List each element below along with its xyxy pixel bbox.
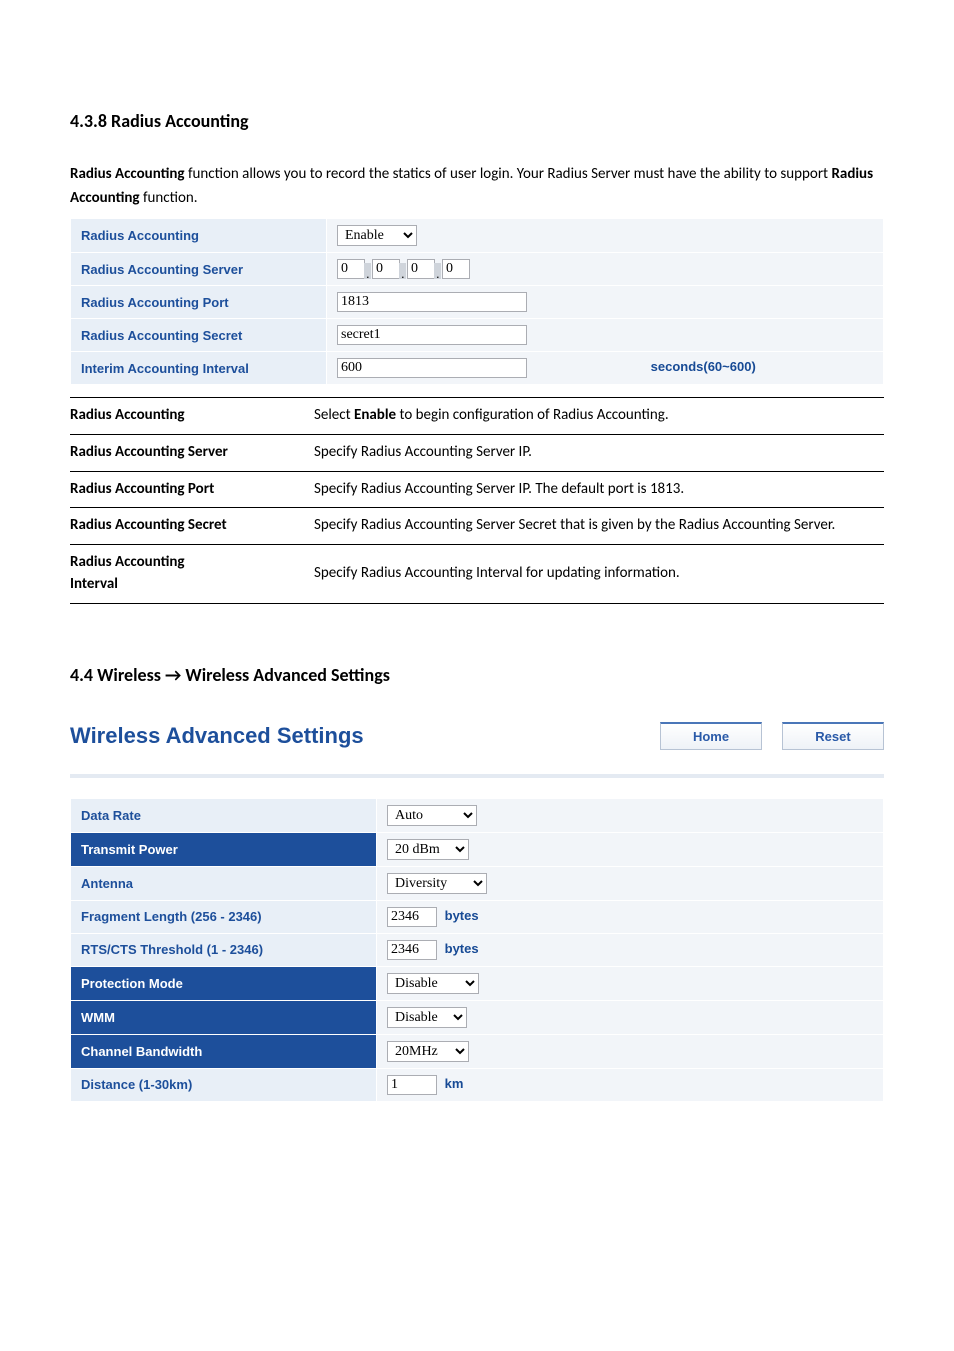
distance-unit: km bbox=[445, 1076, 464, 1091]
wireless-advanced-form: Data Rate Auto Transmit Power 20 dBm Ant… bbox=[70, 798, 884, 1102]
transmit-power-cell: 20 dBm bbox=[377, 832, 884, 866]
fragment-length-label: Fragment Length (256 - 2346) bbox=[71, 900, 377, 933]
desc-r1-post: to begin configuration of Radius Account… bbox=[396, 406, 669, 424]
radius-server-ip-oct3[interactable] bbox=[407, 259, 435, 279]
desc-label-row5: Radius Accounting Interval bbox=[70, 545, 314, 604]
radius-secret-input[interactable] bbox=[337, 325, 527, 345]
distance-label: Distance (1-30km) bbox=[71, 1068, 377, 1101]
intro-post: function. bbox=[140, 189, 198, 207]
desc-label-row2: Radius Accounting Server bbox=[70, 434, 314, 471]
desc-r5-l2: Interval bbox=[70, 575, 118, 593]
radius-server-label: Radius Accounting Server bbox=[71, 253, 327, 286]
protection-mode-label: Protection Mode bbox=[71, 966, 377, 1000]
reset-button[interactable]: Reset bbox=[782, 722, 884, 750]
radius-port-value-cell bbox=[327, 286, 884, 319]
distance-input[interactable] bbox=[387, 1075, 437, 1095]
radius-accounting-value-cell: Enable bbox=[327, 219, 884, 253]
intro-bold1: Radius Accounting bbox=[70, 165, 185, 183]
intro-mid: function allows you to record the static… bbox=[185, 165, 832, 183]
interim-interval-input[interactable] bbox=[337, 358, 527, 378]
desc-r1-pre: Select bbox=[314, 406, 354, 424]
desc-val-row4: Specify Radius Accounting Server Secret … bbox=[314, 508, 884, 545]
radius-server-value-cell bbox=[327, 253, 884, 286]
ip-dot bbox=[399, 263, 406, 279]
section-44-heading: 4.4 Wireless → Wireless Advanced Setting… bbox=[70, 664, 884, 686]
interim-interval-value-cell: seconds(60~600) bbox=[327, 352, 884, 385]
channel-bandwidth-select[interactable]: 20MHz bbox=[387, 1041, 469, 1062]
data-rate-label: Data Rate bbox=[71, 798, 377, 832]
wireless-advanced-title: Wireless Advanced Settings bbox=[70, 723, 640, 749]
fragment-length-cell: bytes bbox=[377, 900, 884, 933]
desc-val-row2: Specify Radius Accounting Server IP. bbox=[314, 434, 884, 471]
desc-val-row5: Specify Radius Accounting Interval for u… bbox=[314, 545, 884, 604]
wmm-cell: Disable bbox=[377, 1000, 884, 1034]
protection-mode-cell: Disable bbox=[377, 966, 884, 1000]
protection-mode-select[interactable]: Disable bbox=[387, 973, 479, 994]
radius-secret-value-cell bbox=[327, 319, 884, 352]
desc-r1-bold: Enable bbox=[354, 406, 396, 424]
rtscts-threshold-input[interactable] bbox=[387, 940, 437, 960]
radius-port-input[interactable] bbox=[337, 292, 527, 312]
interim-interval-unit: seconds(60~600) bbox=[651, 359, 756, 374]
channel-bandwidth-label: Channel Bandwidth bbox=[71, 1034, 377, 1068]
data-rate-cell: Auto bbox=[377, 798, 884, 832]
ip-dot bbox=[364, 263, 371, 279]
home-button[interactable]: Home bbox=[660, 722, 762, 750]
desc-val-row1: Select Enable to begin configuration of … bbox=[314, 398, 884, 435]
section-438-heading: 4.3.8 Radius Accounting bbox=[70, 110, 884, 132]
antenna-label: Antenna bbox=[71, 866, 377, 900]
rtscts-threshold-label: RTS/CTS Threshold (1 - 2346) bbox=[71, 933, 377, 966]
data-rate-select[interactable]: Auto bbox=[387, 805, 477, 826]
desc-r5-l1: Radius Accounting bbox=[70, 553, 185, 571]
desc-label-row1: Radius Accounting bbox=[70, 398, 314, 435]
transmit-power-label: Transmit Power bbox=[71, 832, 377, 866]
radius-accounting-select[interactable]: Enable bbox=[337, 225, 417, 246]
intro-paragraph: Radius Accounting function allows you to… bbox=[70, 162, 884, 210]
radius-port-label: Radius Accounting Port bbox=[71, 286, 327, 319]
interim-interval-label: Interim Accounting Interval bbox=[71, 352, 327, 385]
transmit-power-select[interactable]: 20 dBm bbox=[387, 839, 469, 860]
distance-cell: km bbox=[377, 1068, 884, 1101]
antenna-select[interactable]: Diversity bbox=[387, 873, 487, 894]
radius-server-ip-oct1[interactable] bbox=[337, 259, 365, 279]
fragment-length-input[interactable] bbox=[387, 907, 437, 927]
radius-description-table: Radius Accounting Select Enable to begin… bbox=[70, 397, 884, 604]
fragment-length-unit: bytes bbox=[445, 908, 479, 923]
desc-val-row3: Specify Radius Accounting Server IP. The… bbox=[314, 471, 884, 508]
radius-form-table: Radius Accounting Enable Radius Accounti… bbox=[70, 218, 884, 385]
radius-secret-label: Radius Accounting Secret bbox=[71, 319, 327, 352]
radius-server-ip-oct4[interactable] bbox=[442, 259, 470, 279]
desc-label-row4: Radius Accounting Secret bbox=[70, 508, 314, 545]
ip-dot bbox=[434, 263, 441, 279]
channel-bandwidth-cell: 20MHz bbox=[377, 1034, 884, 1068]
antenna-cell: Diversity bbox=[377, 866, 884, 900]
rtscts-threshold-cell: bytes bbox=[377, 933, 884, 966]
wmm-label: WMM bbox=[71, 1000, 377, 1034]
wireless-advanced-header: Wireless Advanced Settings Home Reset bbox=[70, 722, 884, 750]
wireless-advanced-divider bbox=[70, 774, 884, 778]
wmm-select[interactable]: Disable bbox=[387, 1007, 467, 1028]
rtscts-threshold-unit: bytes bbox=[445, 941, 479, 956]
radius-accounting-label: Radius Accounting bbox=[71, 219, 327, 253]
desc-label-row3: Radius Accounting Port bbox=[70, 471, 314, 508]
radius-server-ip-oct2[interactable] bbox=[372, 259, 400, 279]
